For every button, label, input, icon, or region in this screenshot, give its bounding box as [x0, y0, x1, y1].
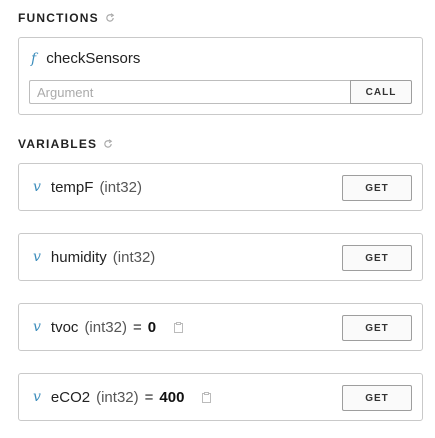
variable-name: tvoc — [50, 318, 79, 336]
variable-badge: v — [33, 319, 41, 335]
argument-group: CALL — [29, 80, 412, 104]
variable-equals: = — [132, 318, 142, 336]
variable-card-tvoc: v tvoc (int32) = 0 GET — [18, 303, 423, 351]
get-button-humidity[interactable]: GET — [342, 245, 412, 271]
copy-icon[interactable] — [174, 321, 184, 333]
variable-card-tempf: v tempF (int32) GET — [18, 163, 423, 211]
variable-value: 0 — [147, 318, 157, 336]
copy-icon[interactable] — [202, 391, 212, 403]
variable-badge: v — [33, 249, 41, 265]
get-button-tempf[interactable]: GET — [342, 175, 412, 201]
variable-type: (int32) — [84, 318, 127, 336]
functions-refresh-icon[interactable] — [105, 13, 115, 23]
variable-badge: v — [33, 389, 41, 405]
get-button-tvoc[interactable]: GET — [342, 315, 412, 341]
function-card-checksensors: f checkSensors CALL — [18, 37, 423, 115]
variables-title: VARIABLES — [18, 137, 98, 151]
variable-type: (int32) — [96, 388, 139, 406]
variable-equals: = — [144, 388, 154, 406]
variables-header: VARIABLES — [18, 137, 113, 151]
function-badge: f — [31, 50, 37, 67]
variable-type: (int32) — [99, 178, 142, 196]
get-button-eco2[interactable]: GET — [342, 385, 412, 411]
variable-type: (int32) — [112, 248, 156, 266]
variable-name: humidity — [50, 248, 107, 266]
variable-card-eco2: v eCO2 (int32) = 400 GET — [18, 373, 423, 421]
variable-card-humidity: v humidity (int32) GET — [18, 233, 423, 281]
variable-badge: v — [33, 179, 41, 195]
variable-name: tempF — [50, 178, 94, 196]
variable-value: 400 — [159, 388, 185, 406]
call-button[interactable]: CALL — [350, 80, 412, 104]
argument-input[interactable] — [29, 80, 350, 104]
functions-title: FUNCTIONS — [18, 11, 99, 25]
functions-header: FUNCTIONS — [18, 11, 115, 25]
function-name: checkSensors — [46, 50, 141, 67]
variables-refresh-icon[interactable] — [103, 139, 113, 149]
variable-name: eCO2 — [50, 388, 91, 406]
